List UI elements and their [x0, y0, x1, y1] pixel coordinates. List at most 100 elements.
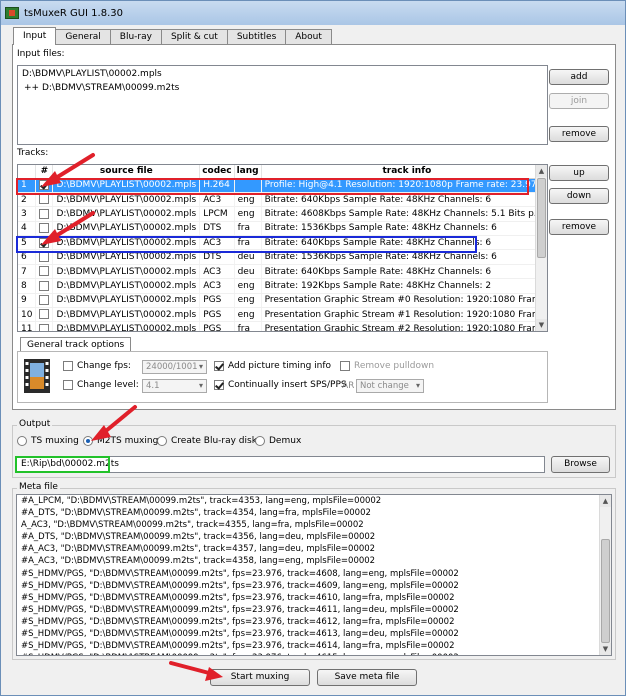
mode-demux[interactable]: Demux — [255, 436, 301, 446]
track-source: D:\BDMV\PLAYLIST\00002.mpls — [52, 307, 201, 323]
track-down-button[interactable]: down — [549, 188, 609, 204]
tab-blu-ray[interactable]: Blu-ray — [109, 29, 162, 45]
track-row[interactable]: 9 D:\BDMV\PLAYLIST\00002.mpls PGS eng Presen… — [18, 293, 547, 309]
track-codec: PGS — [199, 307, 235, 323]
track-row[interactable]: 4 D:\BDMV\PLAYLIST\00002.mpls DTS fra Bitrat… — [18, 221, 547, 237]
mode-bluray[interactable]: Create Blu-ray disk — [157, 436, 257, 446]
track-row[interactable]: 10 D:\BDMV\PLAYLIST\00002.mpls PGS eng Prese… — [18, 307, 547, 323]
col-header-index[interactable] — [18, 165, 37, 179]
mode-ts[interactable]: TS muxing — [17, 436, 79, 446]
radio-demux[interactable] — [255, 436, 265, 446]
track-source: D:\BDMV\PLAYLIST\00002.mpls — [52, 278, 201, 294]
track-codec: DTS — [199, 221, 235, 237]
track-enable-checkbox[interactable] — [39, 251, 50, 262]
track-enable-checkbox[interactable] — [39, 309, 50, 320]
add-timing-checkbox[interactable] — [214, 361, 224, 371]
fps-select[interactable]: 24000/1001 — [142, 360, 207, 374]
radio-ts[interactable] — [17, 436, 27, 446]
track-enable-checkbox[interactable] — [39, 266, 50, 277]
browse-button[interactable]: Browse — [551, 456, 610, 473]
col-header-check[interactable]: # — [35, 165, 54, 179]
tracks-scrollbar[interactable]: ▲ ▼ — [535, 165, 547, 331]
track-lang: fra — [234, 321, 262, 331]
track-lang: eng — [234, 206, 262, 222]
input-files-list[interactable]: D:\BDMV\PLAYLIST\00002.mpls ++ D:\BDMV\S… — [17, 65, 548, 145]
col-header-source[interactable]: source file — [52, 165, 201, 179]
track-enable-checkbox[interactable] — [39, 295, 50, 306]
tab-about[interactable]: About — [285, 29, 332, 45]
output-label: Output — [17, 419, 53, 429]
save-meta-button[interactable]: Save meta file — [317, 669, 417, 686]
change-fps-option[interactable]: Change fps: — [63, 361, 131, 371]
level-select[interactable]: 4.1 — [142, 379, 207, 393]
blue-highlight-box — [16, 236, 477, 253]
meta-scroll-up-icon[interactable]: ▲ — [600, 495, 611, 507]
track-up-button[interactable]: up — [549, 165, 609, 181]
meta-line: #A_LPCM, "D:\BDMV\STREAM\00099.m2ts", tr… — [21, 496, 382, 506]
change-fps-checkbox[interactable] — [63, 361, 73, 371]
change-level-checkbox[interactable] — [63, 380, 73, 390]
ar-select[interactable]: Not change — [356, 379, 424, 393]
col-header-info[interactable]: track info — [261, 165, 547, 179]
remove-pulldown-option[interactable]: Remove pulldown — [340, 361, 434, 371]
add-timing-option[interactable]: Add picture timing info — [214, 361, 331, 371]
track-source: D:\BDMV\PLAYLIST\00002.mpls — [52, 293, 201, 309]
track-enable-checkbox[interactable] — [39, 223, 50, 234]
scroll-thumb[interactable] — [537, 178, 546, 258]
track-row[interactable]: 8 D:\BDMV\PLAYLIST\00002.mpls AC3 eng Bitrat… — [18, 278, 547, 294]
radio-bluray[interactable] — [157, 436, 167, 446]
scroll-down-arrow-icon[interactable]: ▼ — [536, 319, 547, 331]
remove-pulldown-checkbox[interactable] — [340, 361, 350, 371]
track-enable-checkbox[interactable] — [39, 194, 50, 205]
input-file-item[interactable]: ++ D:\BDMV\STREAM\00099.m2ts — [24, 83, 179, 93]
start-muxing-button[interactable]: Start muxing — [210, 669, 310, 686]
track-row[interactable]: 7 D:\BDMV\PLAYLIST\00002.mpls AC3 deu Bitrat… — [18, 264, 547, 280]
track-row[interactable]: 3 D:\BDMV\PLAYLIST\00002.mpls LPCM eng Bitra… — [18, 206, 547, 222]
track-codec: AC3 — [199, 264, 235, 280]
track-enable-checkbox[interactable] — [39, 323, 50, 331]
track-row[interactable]: 11 D:\BDMV\PLAYLIST\00002.mpls PGS fra Prese… — [18, 321, 547, 331]
tab-subtitles[interactable]: Subtitles — [226, 29, 287, 45]
track-checkbox[interactable] — [35, 293, 54, 309]
insert-sps-option[interactable]: Continually insert SPS/PPS — [214, 380, 347, 390]
app-window: tsMuxeR GUI 1.8.30 Input General Blu-ray… — [0, 0, 626, 696]
track-checkbox[interactable] — [35, 278, 54, 294]
track-checkbox[interactable] — [35, 221, 54, 237]
track-info: Presentation Graphic Stream #0 Resolutio… — [261, 293, 547, 309]
change-level-option[interactable]: Change level: — [63, 380, 139, 390]
track-index: 7 — [18, 264, 37, 280]
track-index: 11 — [18, 321, 37, 331]
tracks-label: Tracks: — [17, 148, 49, 158]
mode-m2ts[interactable]: M2TS muxing — [83, 436, 158, 446]
track-checkbox[interactable] — [35, 264, 54, 280]
track-checkbox[interactable] — [35, 307, 54, 323]
tab-general-track-options[interactable]: General track options — [20, 337, 132, 352]
meta-scrollbar[interactable]: ▲ ▼ — [599, 495, 611, 655]
tab-general[interactable]: General — [55, 29, 111, 45]
meta-line: #S_HDMV/PGS, "D:\BDMV\STREAM\00099.m2ts"… — [21, 604, 459, 615]
radio-m2ts[interactable] — [83, 436, 93, 446]
meta-scroll-down-icon[interactable]: ▼ — [600, 643, 611, 655]
col-header-codec[interactable]: codec — [199, 165, 235, 179]
track-remove-button[interactable]: remove — [549, 219, 609, 235]
track-checkbox[interactable] — [35, 321, 54, 331]
track-enable-checkbox[interactable] — [39, 208, 50, 219]
tab-split-cut[interactable]: Split & cut — [160, 29, 228, 45]
track-lang: eng — [234, 278, 262, 294]
film-icon — [24, 359, 50, 393]
meta-scroll-thumb[interactable] — [601, 539, 610, 643]
track-checkbox[interactable] — [35, 206, 54, 222]
tab-input[interactable]: Input — [13, 27, 57, 45]
insert-sps-checkbox[interactable] — [214, 380, 224, 390]
meta-textarea[interactable]: #A_LPCM, "D:\BDMV\STREAM\00099.m2ts", tr… — [16, 494, 612, 656]
meta-line: #A_AC3, "D:\BDMV\STREAM\00099.m2ts", tra… — [21, 544, 376, 555]
ar-label: AR — [342, 381, 355, 391]
col-header-lang[interactable]: lang — [234, 165, 262, 179]
remove-file-button[interactable]: remove — [549, 126, 609, 142]
add-button[interactable]: add — [549, 69, 609, 85]
track-enable-checkbox[interactable] — [39, 280, 50, 291]
red-highlight-box — [16, 178, 529, 195]
join-button[interactable]: join — [549, 93, 609, 109]
scroll-up-arrow-icon[interactable]: ▲ — [536, 165, 547, 177]
input-file-item[interactable]: D:\BDMV\PLAYLIST\00002.mpls — [22, 69, 162, 79]
